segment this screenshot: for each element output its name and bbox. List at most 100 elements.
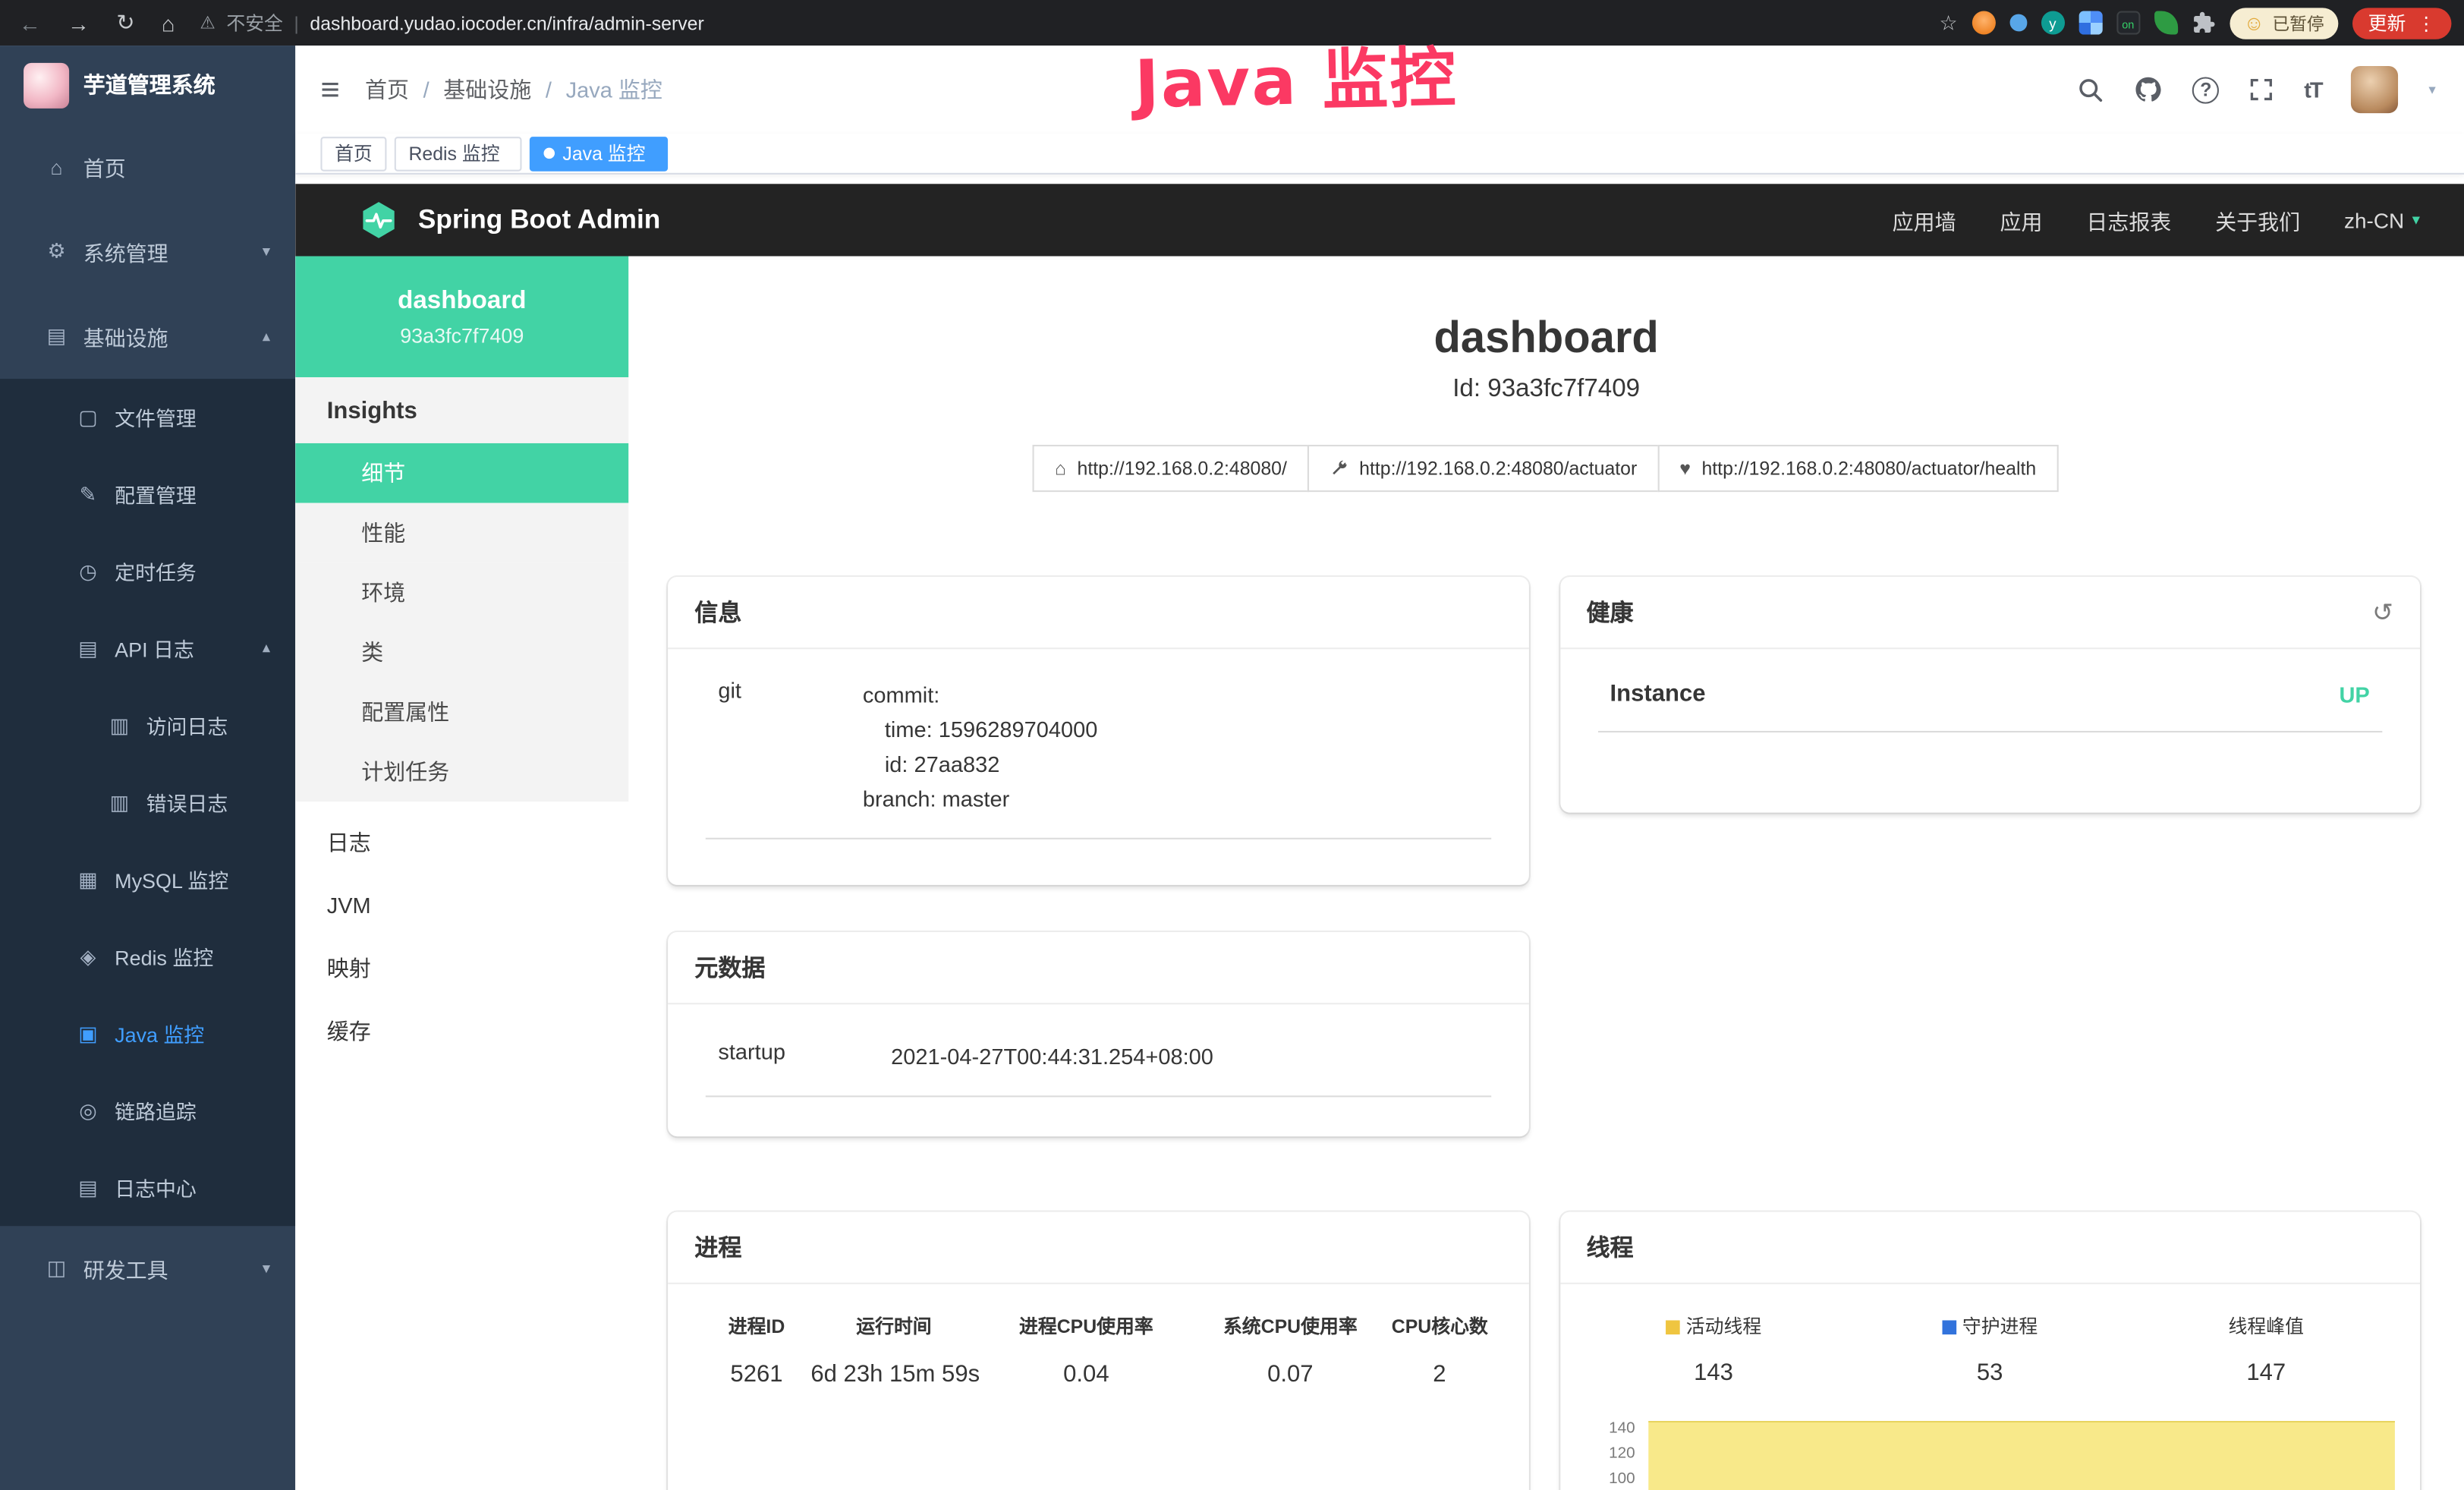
sidebar-item-redis-monitor[interactable]: ◈ Redis 监控: [0, 918, 295, 994]
update-label: 更新: [2368, 9, 2406, 36]
app-logo-row[interactable]: 芋道管理系统: [0, 46, 295, 124]
process-col-header: 系统CPU使用率: [1192, 1303, 1389, 1349]
sba-brand[interactable]: Spring Boot Admin: [358, 200, 660, 241]
breadcrumb-infrastructure[interactable]: 基础设施: [443, 74, 531, 105]
browser-menu-icon[interactable]: ⋮: [2417, 12, 2436, 34]
tab-home[interactable]: 首页: [320, 136, 386, 171]
sba-nav-about[interactable]: 关于我们: [2215, 204, 2300, 235]
address-bar[interactable]: ⚠ 不安全 | dashboard.yudao.iocoder.cn/infra…: [200, 9, 703, 36]
paused-badge[interactable]: ☺ 已暂停: [2230, 7, 2338, 38]
menu-item-environment[interactable]: 环境: [295, 562, 628, 622]
spring-boot-admin: Spring Boot Admin 应用墙 应用 日志报表 关于我们 zh-CN…: [295, 175, 2464, 1490]
sidebar-item-access-logs[interactable]: ▥ 访问日志: [0, 687, 295, 764]
sba-nav-applications[interactable]: 应用: [2000, 204, 2043, 235]
menu-item-details[interactable]: 细节: [295, 443, 628, 503]
sidebar-item-label: 链路追踪: [115, 1095, 197, 1125]
menu-item-caches[interactable]: 缓存: [295, 1000, 628, 1063]
legend-label: 守护进程: [1962, 1315, 2038, 1337]
bookmark-star-icon[interactable]: ☆: [1939, 10, 1957, 35]
url-separator: |: [294, 12, 298, 34]
sidebar-item-error-logs[interactable]: ▥ 错误日志: [0, 764, 295, 840]
sidebar-item-label: 首页: [83, 151, 126, 182]
font-size-icon[interactable]: tT: [2304, 77, 2321, 102]
java-icon: ▣: [75, 1021, 100, 1046]
teal-extension-icon[interactable]: y: [2041, 11, 2064, 34]
service-url: http://192.168.0.2:48080/: [1078, 458, 1287, 480]
chevron-up-icon: ▴: [263, 640, 270, 657]
sba-nav-journal[interactable]: 日志报表: [2086, 204, 2171, 235]
infrastructure-submenu: ▢ 文件管理 ✎ 配置管理 ◷ 定时任务 ▤ API 日志 ▴ ▥: [0, 379, 295, 1226]
legend-label: 活动线程: [1686, 1315, 1761, 1337]
tab-java-monitor[interactable]: Java 监控: [530, 136, 668, 171]
update-button[interactable]: 更新 ⋮: [2352, 7, 2451, 38]
user-avatar[interactable]: [2352, 66, 2399, 113]
back-icon[interactable]: ←: [19, 10, 41, 35]
mysql-icon: ▦: [75, 867, 100, 892]
health-url-button[interactable]: ♥ http://192.168.0.2:48080/actuator/heal…: [1657, 445, 2058, 492]
git-time-line: time: 1596289704000: [863, 712, 1097, 747]
live-threads-area: [1647, 1421, 2395, 1490]
sidebar-item-scheduled-jobs[interactable]: ◷ 定时任务: [0, 533, 295, 610]
metadata-card-title: 元数据: [694, 951, 765, 984]
health-instance-row[interactable]: Instance UP: [1597, 665, 2382, 732]
process-col-header: 进程CPU使用率: [980, 1303, 1192, 1349]
search-icon[interactable]: [2078, 76, 2104, 102]
hamburger-icon[interactable]: ≡: [320, 73, 339, 106]
sidebar-item-infrastructure[interactable]: ▤ 基础设施 ▴: [0, 294, 295, 379]
puzzle-extensions-icon[interactable]: [2192, 11, 2215, 34]
legend-live-threads: 活动线程: [1575, 1303, 1852, 1349]
browser-home-icon[interactable]: ⌂: [162, 10, 175, 35]
fullscreen-icon[interactable]: [2249, 77, 2274, 102]
sba-nav-wallboard[interactable]: 应用墙: [1893, 204, 1956, 235]
sidebar-item-home[interactable]: ⌂ 首页: [0, 124, 295, 209]
github-icon[interactable]: [2135, 75, 2163, 103]
sidebar-item-dev-tools[interactable]: ◫ 研发工具 ▾: [0, 1226, 295, 1311]
sidebar-item-java-monitor[interactable]: ▣ Java 监控: [0, 995, 295, 1072]
sidebar-item-file-management[interactable]: ▢ 文件管理: [0, 379, 295, 455]
menu-item-performance[interactable]: 性能: [295, 503, 628, 563]
menu-item-jvm[interactable]: JVM: [295, 874, 628, 937]
instance-name: dashboard: [398, 287, 526, 315]
tab-redis-monitor[interactable]: Redis 监控: [395, 136, 522, 171]
service-url-button[interactable]: ⌂ http://192.168.0.2:48080/: [1033, 445, 1309, 492]
history-icon[interactable]: ↺: [2372, 597, 2393, 628]
chevron-down-icon: ▾: [263, 1260, 270, 1277]
sidebar-item-label: 配置管理: [115, 480, 197, 509]
leaf-extension-icon[interactable]: [2154, 11, 2177, 34]
actuator-url-button[interactable]: http://192.168.0.2:48080/actuator: [1308, 445, 1659, 492]
live-threads-value: 143: [1575, 1349, 1852, 1397]
forward-icon[interactable]: →: [68, 10, 90, 35]
sidebar-item-api-logs[interactable]: ▤ API 日志 ▴: [0, 610, 295, 686]
menu-item-logs[interactable]: 日志: [295, 811, 628, 874]
process-card: 进程 进程ID 运行时间 进程CPU使用率: [668, 1212, 1528, 1490]
status-badge: UP: [2339, 682, 2369, 707]
startup-key: startup: [718, 1039, 891, 1074]
drop-extension-icon[interactable]: [2009, 14, 2027, 32]
instance-header[interactable]: dashboard 93a3fc7f7409: [295, 257, 628, 377]
sidebar-item-mysql-monitor[interactable]: ▦ MySQL 监控: [0, 841, 295, 918]
sidebar-item-system[interactable]: ⚙ 系统管理 ▾: [0, 209, 295, 294]
git-key: git: [718, 678, 863, 816]
menu-item-classes[interactable]: 类: [295, 622, 628, 682]
sidebar-item-tracing[interactable]: ◎ 链路追踪: [0, 1072, 295, 1148]
browser-nav-buttons: ← → ↻ ⌂: [0, 9, 200, 36]
doc-icon: ▥: [107, 790, 132, 815]
breadcrumb-home[interactable]: 首页: [365, 74, 409, 105]
breadcrumb: 首页 / 基础设施 / Java 监控: [365, 74, 662, 105]
sba-brand-label: Spring Boot Admin: [418, 204, 660, 235]
menu-item-config-props[interactable]: 配置属性: [295, 682, 628, 742]
on-badge-extension-icon[interactable]: on: [2116, 11, 2140, 34]
instance-details: dashboard Id: 93a3fc7f7409 ⌂ http://192.…: [628, 257, 2464, 1490]
sidebar-item-log-center[interactable]: ▤ 日志中心: [0, 1149, 295, 1226]
health-instance-label: Instance: [1610, 681, 1706, 707]
locale-selector[interactable]: zh-CN ▾: [2344, 208, 2420, 232]
menu-item-scheduled-tasks[interactable]: 计划任务: [295, 742, 628, 802]
sidebar-item-label: Java 监控: [115, 1019, 204, 1048]
sidebar-item-config-management[interactable]: ✎ 配置管理: [0, 456, 295, 533]
reload-icon[interactable]: ↻: [116, 9, 134, 36]
menu-item-mappings[interactable]: 映射: [295, 937, 628, 1000]
health-url: http://192.168.0.2:48080/actuator/health: [1701, 458, 2036, 480]
grid-extension-icon[interactable]: [2079, 11, 2102, 34]
fox-extension-icon[interactable]: [1972, 11, 1995, 34]
help-icon[interactable]: ?: [2192, 76, 2219, 102]
